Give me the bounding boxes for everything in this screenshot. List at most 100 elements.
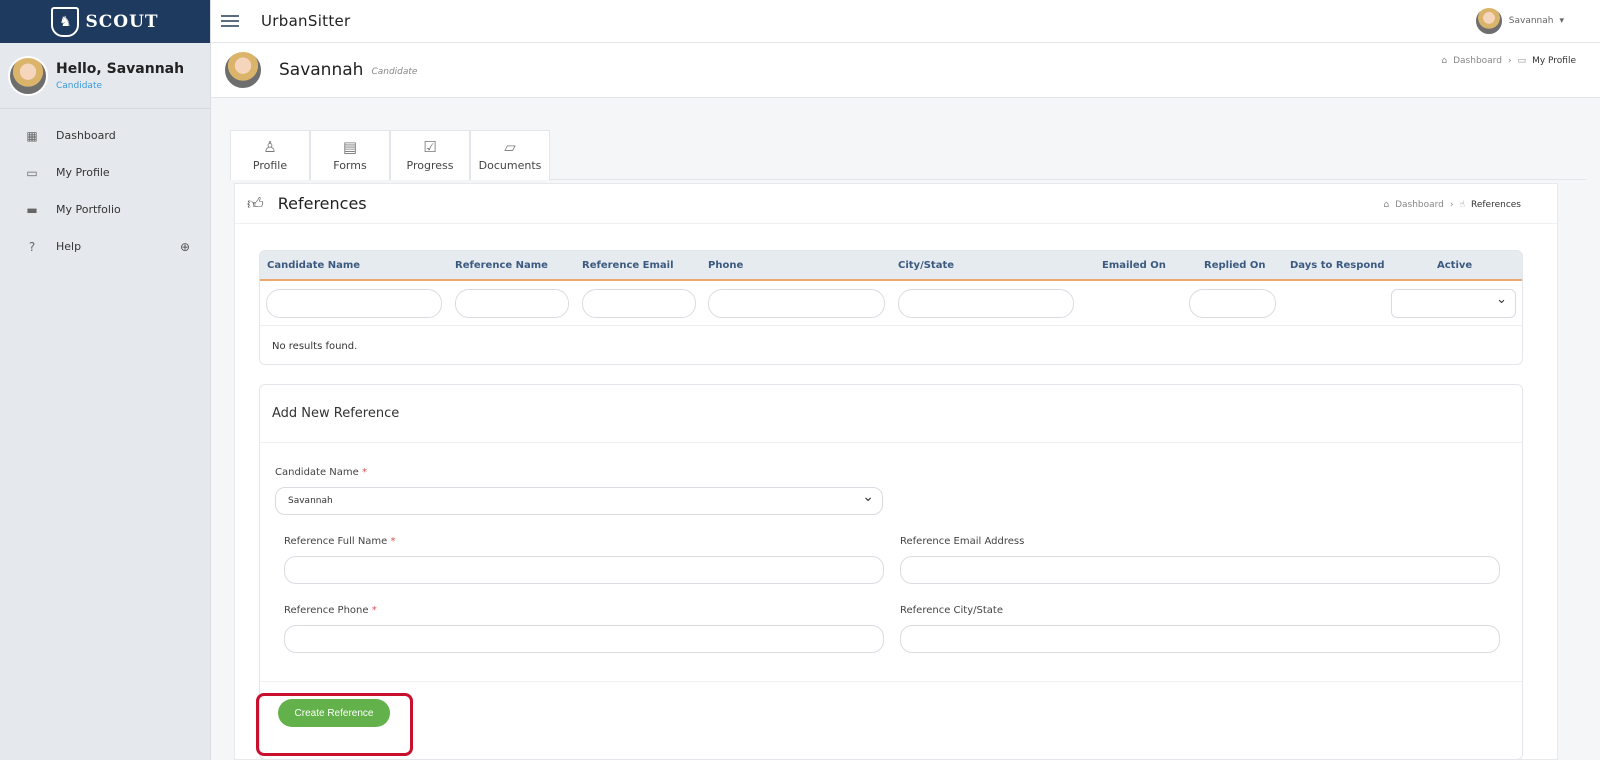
profile-role: Candidate xyxy=(371,67,418,77)
filter-candidate-name-input[interactable] xyxy=(266,289,442,318)
column-reference-name[interactable]: Reference Name xyxy=(455,260,548,271)
brand-name: SCOUT xyxy=(85,11,159,32)
folder-icon: ▬ xyxy=(26,202,38,217)
label-text: Reference Phone xyxy=(284,605,369,616)
highlight-box xyxy=(256,693,413,756)
grid-filter-row xyxy=(260,281,1522,326)
dashboard-icon: ⌂ xyxy=(1383,200,1390,210)
profile-header: Savannah Candidate ⌂ Dashboard › ▭ My Pr… xyxy=(211,43,1600,98)
filter-active-select[interactable] xyxy=(1391,289,1516,318)
column-city-state[interactable]: City/State xyxy=(898,260,954,271)
reference-phone-label: Reference Phone * xyxy=(284,605,377,616)
add-reference-card: Add New Reference Candidate Name * Savan… xyxy=(259,384,1523,760)
chevron-down-icon: ▾ xyxy=(1559,16,1564,26)
references-panel: 👍︎ References ⌂ Dashboard › ☝ References… xyxy=(234,183,1558,760)
tab-label: Profile xyxy=(252,158,288,172)
folder-open-icon: ▱ xyxy=(504,137,516,156)
page-title: References xyxy=(277,194,367,213)
tab-documents[interactable]: ▱ Documents xyxy=(470,130,550,180)
reference-full-name-input[interactable] xyxy=(284,556,884,584)
reference-email-input[interactable] xyxy=(900,556,1500,584)
form-title: Add New Reference xyxy=(260,385,1522,443)
reference-city-state-label: Reference City/State xyxy=(900,605,1003,616)
breadcrumb-dashboard[interactable]: Dashboard xyxy=(1453,56,1502,66)
references-header: 👍︎ References ⌂ Dashboard › ☝ References xyxy=(235,184,1557,224)
document-icon: ▤ xyxy=(342,137,358,156)
label-text: Candidate Name xyxy=(275,467,359,478)
brand-logo[interactable]: ♞ SCOUT xyxy=(0,0,210,43)
sidebar: ♞ SCOUT Hello, Savannah Candidate ▦ Dash… xyxy=(0,0,211,760)
id-card-icon: ▭ xyxy=(26,165,38,180)
reference-phone-input[interactable] xyxy=(284,625,884,653)
column-phone[interactable]: Phone xyxy=(708,260,743,271)
references-grid: Candidate Name Reference Name Reference … xyxy=(259,250,1523,365)
column-active[interactable]: Active xyxy=(1437,260,1472,271)
grid-header: Candidate Name Reference Name Reference … xyxy=(260,251,1522,281)
sidebar-item-my-portfolio[interactable]: ▬ My Portfolio xyxy=(0,191,210,228)
topbar: UrbanSitter Savannah ▾ xyxy=(211,0,1600,43)
column-reference-email[interactable]: Reference Email xyxy=(582,260,674,271)
sidebar-item-my-profile[interactable]: ▭ My Profile xyxy=(0,154,210,191)
reference-city-state-input[interactable] xyxy=(900,625,1500,653)
filter-replied-on-input[interactable] xyxy=(1189,289,1276,318)
dog-badge-icon: ♞ xyxy=(51,6,80,37)
column-days-to-respond[interactable]: Days to Respond xyxy=(1290,260,1385,271)
help-icon: ? xyxy=(28,239,36,254)
tab-label: Forms xyxy=(333,158,367,172)
sidebar-item-label: Help xyxy=(56,240,82,253)
user-icon: ♙ xyxy=(263,137,277,156)
thumbs-up-icon: ☝ xyxy=(1459,200,1465,210)
tab-profile[interactable]: ♙ Profile xyxy=(230,130,310,180)
reference-email-label: Reference Email Address xyxy=(900,536,1025,547)
breadcrumb-dashboard[interactable]: Dashboard xyxy=(1395,200,1444,210)
candidate-name-label: Candidate Name * xyxy=(275,467,367,478)
dashboard-icon: ⌂ xyxy=(1441,56,1448,66)
tab-forms[interactable]: ▤ Forms xyxy=(310,130,390,180)
thumbs-up-icon: 👍︎ xyxy=(247,193,264,213)
column-candidate-name[interactable]: Candidate Name xyxy=(267,260,360,271)
user-menu-name: Savannah xyxy=(1508,16,1554,26)
app-title: UrbanSitter xyxy=(261,12,351,30)
candidate-name-select[interactable]: Savannah xyxy=(275,487,883,515)
breadcrumb: ⌂ Dashboard › ▭ My Profile xyxy=(1441,56,1576,66)
breadcrumb: ⌂ Dashboard › ☝ References xyxy=(1383,200,1521,210)
sidebar-item-label: My Profile xyxy=(56,166,110,179)
avatar xyxy=(1474,7,1503,35)
avatar xyxy=(8,55,48,96)
form-footer-divider xyxy=(260,681,1522,682)
chevron-right-icon: › xyxy=(1449,200,1454,210)
label-text: Reference Full Name xyxy=(284,536,388,547)
tab-progress[interactable]: ☑ Progress xyxy=(390,130,470,180)
profile-tabs: ♙ Profile ▤ Forms ☑ Progress ▱ Documents xyxy=(230,130,1586,180)
filter-city-state-input[interactable] xyxy=(898,289,1074,318)
filter-reference-email-input[interactable] xyxy=(582,289,696,318)
sidebar-item-help[interactable]: ? Help ⊕ xyxy=(0,228,210,265)
required-mark: * xyxy=(390,536,396,547)
breadcrumb-references: References xyxy=(1470,200,1521,210)
avatar xyxy=(223,50,263,90)
profile-name: Savannah xyxy=(279,60,364,80)
greeting: Hello, Savannah xyxy=(56,60,185,77)
reference-full-name-label: Reference Full Name * xyxy=(284,536,396,547)
dashboard-icon: ▦ xyxy=(26,128,38,143)
sidebar-item-label: Dashboard xyxy=(56,129,116,142)
required-mark: * xyxy=(371,605,377,616)
user-menu[interactable]: Savannah ▾ xyxy=(1474,7,1564,35)
id-card-icon: ▭ xyxy=(1517,56,1527,66)
select-value: Savannah xyxy=(288,496,333,506)
sidebar-nav: ▦ Dashboard ▭ My Profile ▬ My Portfolio … xyxy=(0,109,210,265)
menu-icon[interactable] xyxy=(221,12,239,30)
empty-message: No results found. xyxy=(272,341,358,352)
user-box: Hello, Savannah Candidate xyxy=(0,43,210,109)
sidebar-item-dashboard[interactable]: ▦ Dashboard xyxy=(0,117,210,154)
column-emailed-on[interactable]: Emailed On xyxy=(1102,260,1166,271)
user-role: Candidate xyxy=(56,80,103,91)
required-mark: * xyxy=(362,467,367,478)
chevron-right-icon: › xyxy=(1507,56,1512,66)
filter-phone-input[interactable] xyxy=(708,289,885,318)
sidebar-item-label: My Portfolio xyxy=(56,203,121,216)
tab-label: Progress xyxy=(406,158,454,172)
column-replied-on[interactable]: Replied On xyxy=(1204,260,1266,271)
expand-plus-icon[interactable]: ⊕ xyxy=(180,240,190,254)
filter-reference-name-input[interactable] xyxy=(455,289,569,318)
